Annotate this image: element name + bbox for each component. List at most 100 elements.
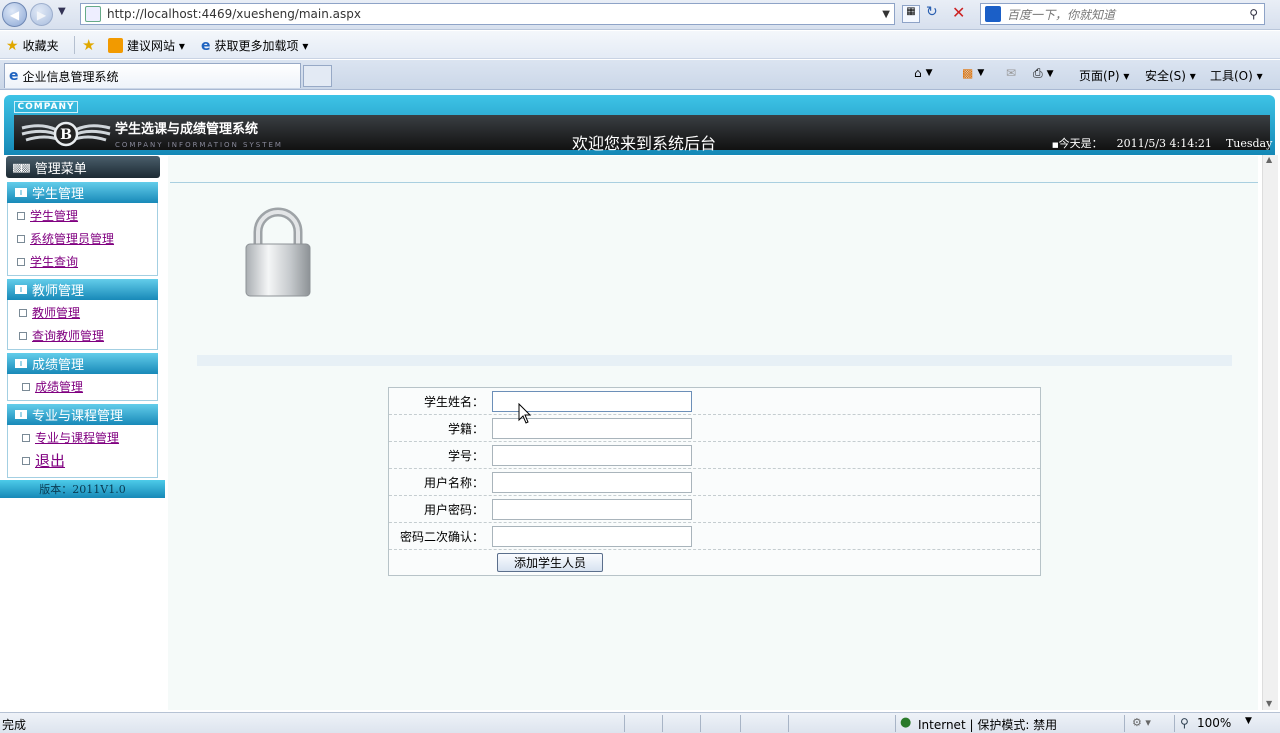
status-separator bbox=[624, 715, 625, 732]
refresh-icon[interactable]: ↻ bbox=[926, 4, 938, 20]
url-dropdown-icon[interactable]: ▼ bbox=[882, 9, 890, 20]
sidebar-header: ▩▩ 管理菜单 bbox=[6, 156, 160, 178]
welcome-text: 欢迎您来到系统后台 bbox=[572, 134, 717, 153]
tools-menu[interactable]: 工具(O) ▾ bbox=[1210, 67, 1263, 84]
search-icon[interactable]: ⚲ bbox=[1249, 7, 1258, 21]
group-title: 教师管理 bbox=[32, 284, 85, 299]
tab-active[interactable]: e 企业信息管理系统 bbox=[4, 63, 301, 88]
safety-menu[interactable]: 安全(S) ▾ bbox=[1145, 67, 1196, 84]
status-separator bbox=[1124, 715, 1125, 732]
item-icon bbox=[22, 382, 30, 391]
item-icon bbox=[17, 257, 25, 266]
addons-label: 获取更多加载项 ▾ bbox=[214, 39, 309, 53]
field-label-name: 学生姓名： bbox=[423, 394, 484, 409]
menu-item-grade-manage[interactable]: 成绩管理 bbox=[22, 375, 157, 398]
back-button[interactable]: ◀ bbox=[2, 2, 27, 27]
item-icon bbox=[22, 433, 30, 442]
add-student-button[interactable]: 添加学生人员 bbox=[497, 553, 603, 572]
group-title: 成绩管理 bbox=[32, 358, 85, 373]
menu-item-teacher-manage[interactable]: 教师管理 bbox=[19, 301, 157, 324]
username-input[interactable] bbox=[492, 471, 692, 493]
weekday: Tuesday bbox=[1225, 136, 1273, 150]
new-tab-button[interactable] bbox=[303, 65, 332, 87]
status-bar: 完成 ● Internet | 保护模式: 禁用 ⚙ ▾ ⚲ 100% ▼ bbox=[0, 712, 1280, 733]
favbar-divider bbox=[74, 36, 75, 54]
zoom-icon: ⚲ bbox=[1180, 716, 1189, 730]
forward-button[interactable]: ▶ bbox=[30, 3, 53, 26]
security-status-icon[interactable]: ⚙ ▾ bbox=[1132, 716, 1151, 729]
status-text: 完成 bbox=[2, 718, 27, 732]
menu-item-student-query[interactable]: 学生查询 bbox=[17, 250, 157, 273]
group-title: 专业与课程管理 bbox=[32, 409, 124, 424]
item-icon bbox=[17, 211, 25, 220]
zoom-dropdown-icon[interactable]: ▼ bbox=[1245, 716, 1252, 726]
tab-bar: e 企业信息管理系统 ⌂ ▼ ▩ ▼ ✉ ⎙ ▼ 页面(P) ▾ 安全(S) ▾ 工具… bbox=[0, 60, 1280, 90]
compat-view-icon[interactable]: ▦ bbox=[902, 5, 920, 23]
scroll-down-icon[interactable]: ▼ bbox=[1266, 699, 1272, 708]
scroll-up-icon[interactable]: ▲ bbox=[1266, 155, 1272, 164]
svg-text:B: B bbox=[60, 127, 72, 143]
security-zone[interactable]: Internet | 保护模式: 禁用 bbox=[918, 716, 1057, 733]
menu-item-student-manage[interactable]: 学生管理 bbox=[17, 204, 157, 227]
group-header-majors[interactable]: 专业与课程管理 bbox=[7, 404, 158, 425]
addons-link[interactable]: e 获取更多加载项 ▾ bbox=[201, 37, 308, 54]
mouse-cursor-icon bbox=[518, 403, 532, 424]
status-separator bbox=[740, 715, 741, 732]
menu-item-admin-manage[interactable]: 系统管理员管理 bbox=[17, 227, 157, 250]
print-icon: ⎙ bbox=[1033, 66, 1043, 80]
url-text: http://localhost:4469/xuesheng/main.aspx bbox=[107, 7, 361, 21]
menu-item-label: 查询教师管理 bbox=[32, 329, 105, 343]
date-display: ■今天是： 2011/5/3 4:14:21 Tuesday bbox=[1052, 135, 1272, 151]
add-favorite-icon[interactable]: ★ bbox=[82, 36, 95, 54]
item-icon bbox=[19, 331, 27, 340]
field-label-password-confirm: 密码二次确认： bbox=[399, 529, 484, 544]
home-button[interactable]: ⌂ ▼ bbox=[914, 66, 933, 80]
home-icon: ⌂ bbox=[914, 66, 922, 80]
status-separator bbox=[895, 715, 896, 732]
item-icon bbox=[22, 456, 30, 465]
feeds-button[interactable]: ▩ ▼ bbox=[962, 66, 984, 80]
form-row-password: 用户密码： bbox=[389, 496, 1040, 523]
menu-item-label: 学生查询 bbox=[30, 255, 79, 269]
favorites-button[interactable]: ★ 收藏夹 bbox=[6, 37, 59, 54]
group-header-teachers[interactable]: 教师管理 bbox=[7, 279, 158, 300]
history-dropdown-icon[interactable]: ▼ bbox=[58, 6, 66, 17]
vertical-scrollbar[interactable]: ▲ ▼ bbox=[1262, 155, 1278, 710]
url-field[interactable]: http://localhost:4469/xuesheng/main.aspx… bbox=[80, 3, 895, 25]
ie-tab-icon: e bbox=[9, 68, 19, 84]
company-tag: COMPANY bbox=[14, 101, 78, 113]
address-bar-area: ◀ ▶ ▼ http://localhost:4469/xuesheng/mai… bbox=[0, 0, 1280, 30]
menu-item-label: 成绩管理 bbox=[35, 380, 84, 394]
password-confirm-input[interactable] bbox=[492, 525, 692, 547]
group-header-grades[interactable]: 成绩管理 bbox=[7, 353, 158, 374]
mail-icon[interactable]: ✉ bbox=[1006, 66, 1016, 80]
form-row-username: 用户名称： bbox=[389, 469, 1040, 496]
ie-icon: e bbox=[201, 37, 211, 54]
field-label-enrollment: 学籍： bbox=[447, 421, 484, 436]
form-row-enrollment: 学籍： bbox=[389, 415, 1040, 442]
search-box[interactable]: 百度一下，你就知道 ⚲ bbox=[980, 3, 1265, 25]
zoom-level[interactable]: 100% bbox=[1197, 716, 1231, 730]
suggested-sites-link[interactable]: 建议网站 ▾ bbox=[108, 37, 185, 54]
status-separator bbox=[662, 715, 663, 732]
page-menu[interactable]: 页面(P) ▾ bbox=[1079, 67, 1129, 84]
stop-icon[interactable]: ✕ bbox=[952, 3, 965, 22]
globe-icon: ● bbox=[900, 715, 912, 730]
add-student-form: 学生姓名： 学籍： 学号： 用户名称： 用户密码： 密码二次确认： 添加学生人员 bbox=[388, 387, 1041, 576]
today-label-text: 今天是： bbox=[1058, 137, 1103, 150]
print-button[interactable]: ⎙ ▼ bbox=[1033, 66, 1054, 81]
book-icon bbox=[15, 285, 27, 294]
rss-icon: ▩ bbox=[962, 66, 974, 80]
grid-icon: ▩▩ bbox=[12, 160, 31, 174]
version-label: 版本：2011V1.0 bbox=[0, 480, 165, 498]
menu-item-teacher-query[interactable]: 查询教师管理 bbox=[19, 324, 157, 347]
back-arrow-icon: ◀ bbox=[9, 7, 20, 22]
menu-item-logout[interactable]: 退出 bbox=[22, 449, 157, 472]
baidu-logo-icon bbox=[985, 6, 1001, 22]
group-header-students[interactable]: 学生管理 bbox=[7, 182, 158, 203]
field-label-student-id: 学号： bbox=[447, 448, 484, 463]
menu-item-major-course-manage[interactable]: 专业与课程管理 bbox=[22, 426, 157, 449]
book-icon bbox=[15, 410, 27, 419]
student-id-input[interactable] bbox=[492, 444, 692, 466]
password-input[interactable] bbox=[492, 498, 692, 520]
